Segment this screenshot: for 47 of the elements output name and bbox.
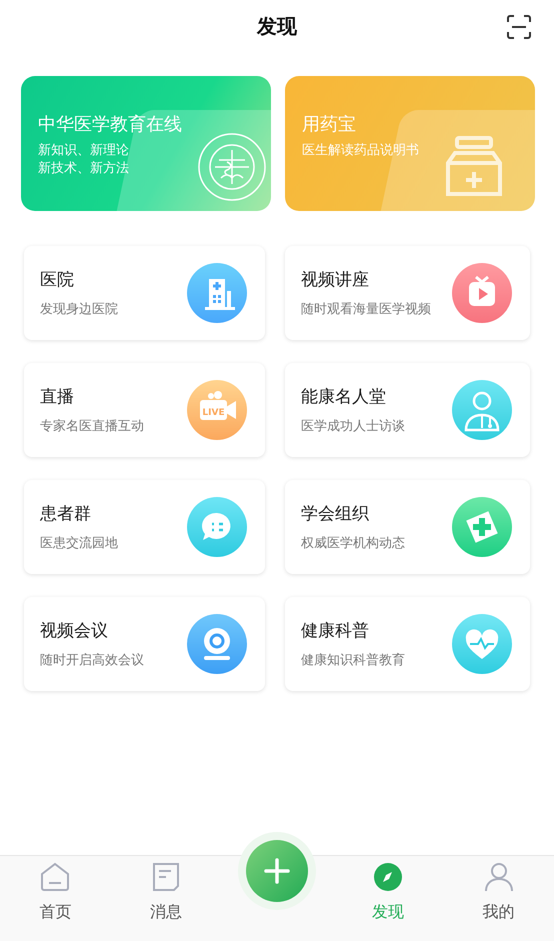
emblem-icon: [197, 132, 267, 202]
feature-subtitle: 医患交流园地: [40, 535, 118, 552]
feature-subtitle: 权威医学机构动态: [301, 535, 405, 552]
tv-icon: [452, 263, 512, 323]
nav-tab[interactable]: 首页: [0, 856, 111, 941]
feature-title: 能康名人堂: [301, 386, 387, 408]
banner-title: 中华医学教育在线: [38, 113, 183, 136]
page-title: 发现: [257, 12, 297, 40]
feature-card[interactable]: 医院 发现身边医院: [24, 246, 265, 340]
feature-card[interactable]: 直播 专家名医直播互动 LIVE: [24, 363, 265, 457]
feature-title: 视频讲座: [301, 269, 370, 291]
doctor-icon: [452, 380, 512, 440]
plus-icon: [264, 858, 290, 884]
feature-card[interactable]: 患者群 医患交流园地: [24, 480, 265, 574]
feature-subtitle: 随时观看海量医学视频: [301, 301, 431, 318]
medicine-box-icon: [445, 136, 503, 198]
feature-title: 医院: [40, 269, 75, 291]
feature-card[interactable]: 能康名人堂 医学成功人士访谈: [285, 363, 530, 457]
banner-title: 用药宝: [302, 113, 357, 136]
compass-icon: [372, 861, 404, 893]
banner-subtitle: 新知识、新理论: [38, 142, 130, 160]
feature-title: 患者群: [40, 503, 92, 525]
feature-card[interactable]: 视频讲座 随时观看海量医学视频: [285, 246, 530, 340]
person-icon: [482, 861, 515, 893]
chat-icon: [187, 497, 247, 557]
feature-title: 健康科普: [301, 620, 370, 642]
feature-title: 直播: [40, 386, 75, 408]
banner-subtitle: 医生解读药品说明书: [302, 142, 420, 160]
feature-title: 学会组织: [301, 503, 370, 525]
feature-card[interactable]: 健康科普 健康知识科普教育: [285, 597, 530, 691]
hospital-icon: [187, 263, 247, 323]
video-camera-icon: LIVE: [187, 380, 247, 440]
feature-title: 视频会议: [40, 620, 109, 642]
nav-tab[interactable]: 我的: [443, 856, 554, 941]
nav-tab[interactable]: 消息: [110, 856, 222, 941]
feature-subtitle: 医学成功人士访谈: [301, 418, 405, 435]
scan-icon[interactable]: [506, 14, 532, 40]
feature-subtitle: 随时开启高效会议: [40, 652, 144, 669]
feature-subtitle: 专家名医直播互动: [40, 418, 144, 435]
feature-subtitle: 健康知识科普教育: [301, 652, 405, 669]
banner-subtitle: 新技术、新方法: [38, 160, 130, 178]
feature-subtitle: 发现身边医院: [40, 301, 118, 318]
feature-card[interactable]: 视频会议 随时开启高效会议: [24, 597, 265, 691]
feature-card[interactable]: 学会组织 权威医学机构动态: [285, 480, 530, 574]
medical-cross-icon: [452, 497, 512, 557]
home-icon: [39, 861, 72, 893]
webcam-icon: [187, 614, 247, 674]
